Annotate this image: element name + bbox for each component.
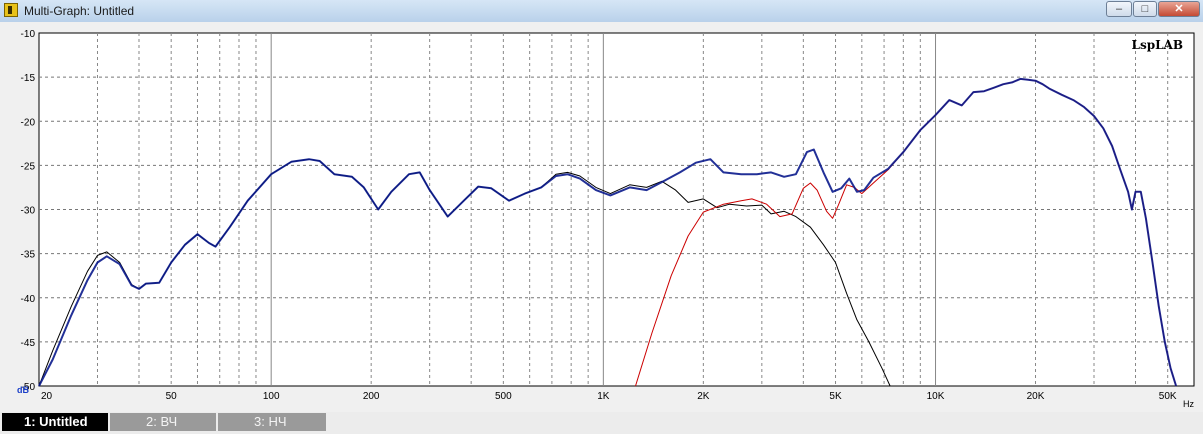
y-axis-ticks: -10-15-20-25-30-35-40-45-50 [21,29,36,393]
y-axis-unit: dB [17,385,29,395]
minimize-button[interactable]: – [1106,1,1132,17]
x-tick-label: 500 [495,391,512,402]
x-tick-label: 100 [263,391,280,402]
graph-tabs: 1: Untitled 2: ВЧ 3: НЧ [0,412,1203,434]
x-tick-label: 10K [927,391,945,402]
x-tick-label: 50 [166,391,178,402]
y-tick-label: -35 [21,250,36,261]
x-tick-label: 2K [697,391,710,402]
title-bar: Multi-Graph: Untitled – □ ✕ [0,0,1203,23]
tab-lf[interactable]: 3: НЧ [218,413,326,431]
maximize-button[interactable]: □ [1133,1,1157,17]
x-axis-ticks: 20 50 100 200 500 1K 2K 5K 10K 20K 50K [41,391,1177,402]
x-tick-label: 5K [829,391,842,402]
x-tick-label: 20K [1027,391,1045,402]
x-tick-label: 1K [597,391,610,402]
y-tick-label: -40 [21,294,36,305]
x-tick-label: 200 [363,391,380,402]
y-tick-label: -25 [21,161,36,172]
frequency-response-chart[interactable]: -10-15-20-25-30-35-40-45-50 20 50 100 200 50… [0,22,1203,412]
window-title: Multi-Graph: Untitled [24,4,135,18]
x-tick-label: 50K [1159,391,1177,402]
y-tick-label: -45 [21,338,36,349]
y-tick-label: -20 [21,117,36,128]
y-tick-label: -10 [21,29,36,40]
app-icon [4,3,18,17]
y-tick-label: -15 [21,73,36,84]
close-button[interactable]: ✕ [1158,1,1200,17]
x-axis-unit: Hz [1183,399,1194,409]
x-tick-label: 20 [41,391,53,402]
watermark: LspLAB [1132,38,1183,52]
tab-hf[interactable]: 2: ВЧ [110,413,216,431]
y-tick-label: -30 [21,206,36,217]
tab-untitled[interactable]: 1: Untitled [2,413,108,431]
